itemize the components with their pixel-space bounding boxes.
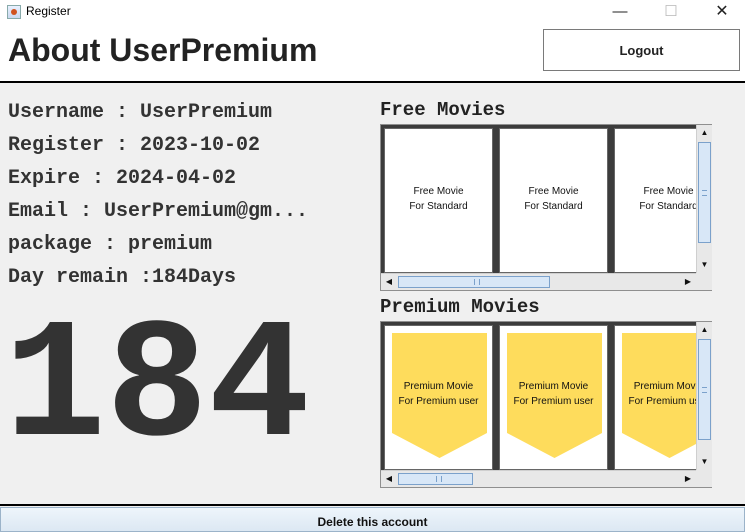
scrollbar-corner <box>696 470 712 487</box>
username-label: Username : UserPremium <box>8 101 273 124</box>
premium-movies-vertical-scrollbar[interactable]: ▲ ▼ <box>696 322 712 470</box>
free-movie-card-title: Free Movie <box>528 186 579 197</box>
footer-divider <box>0 504 745 506</box>
free-movie-card[interactable]: Free Movie For Standard <box>614 128 696 273</box>
page-title: About UserPremium <box>8 32 318 68</box>
page-header: About UserPremium Logout <box>0 25 745 83</box>
free-movie-card[interactable]: Free Movie For Standard <box>384 128 493 273</box>
horizontal-scroll-thumb[interactable] <box>398 276 550 288</box>
scroll-right-arrow-icon[interactable]: ▶ <box>680 471 696 487</box>
email-label: Email : UserPremium@gm... <box>8 200 309 223</box>
premium-movie-card-subtitle: For Premium user <box>628 396 696 407</box>
free-movie-card[interactable]: Free Movie For Standard <box>499 128 608 273</box>
window-titlebar: Register — ☐ ✕ <box>0 0 745 25</box>
scroll-up-arrow-icon[interactable]: ▲ <box>697 125 712 141</box>
free-movies-horizontal-scrollbar[interactable]: ◀ ▶ <box>381 273 696 290</box>
package-label: package : premium <box>8 233 213 256</box>
premium-movie-card[interactable]: Premium Movie For Premium user <box>384 325 493 470</box>
days-remaining-counter: 184 <box>4 293 311 486</box>
premium-movie-card-title: Premium Movie <box>403 381 474 392</box>
vertical-scroll-thumb[interactable] <box>698 142 711 243</box>
scroll-left-arrow-icon[interactable]: ◀ <box>381 471 397 487</box>
free-movie-card-subtitle: For Standard <box>409 201 468 212</box>
free-movie-card-subtitle: For Standard <box>639 201 696 212</box>
premium-movie-card[interactable]: Premium Movie For Premium user <box>614 325 696 470</box>
vertical-scroll-thumb[interactable] <box>698 339 711 440</box>
premium-movie-card-title: Premium Movie <box>633 381 696 392</box>
scrollbar-corner <box>696 273 712 290</box>
minimize-button[interactable]: — <box>597 0 643 25</box>
premium-movie-card-subtitle: For Premium user <box>513 396 594 407</box>
premium-movies-scrollpane[interactable]: Premium Movie For Premium user Premium M… <box>380 321 712 488</box>
register-date-label: Register : 2023-10-02 <box>8 134 261 157</box>
window-title: Register <box>26 4 71 18</box>
free-movies-title: Free Movies <box>380 99 506 121</box>
delete-account-button[interactable]: Delete this account <box>0 507 745 532</box>
free-movie-card-title: Free Movie <box>643 186 694 197</box>
scroll-left-arrow-icon[interactable]: ◀ <box>381 274 397 290</box>
scroll-up-arrow-icon[interactable]: ▲ <box>697 322 712 338</box>
free-movies-viewport: Free Movie For Standard Free Movie For S… <box>381 125 696 273</box>
logout-button[interactable]: Logout <box>543 29 740 71</box>
free-movies-vertical-scrollbar[interactable]: ▲ ▼ <box>696 125 712 273</box>
scroll-right-arrow-icon[interactable]: ▶ <box>680 274 696 290</box>
account-info: Username : UserPremium Register : 2023-1… <box>8 100 308 298</box>
free-movies-scrollpane[interactable]: Free Movie For Standard Free Movie For S… <box>380 124 712 291</box>
premium-movie-card-title: Premium Movie <box>518 381 589 392</box>
free-movie-card-title: Free Movie <box>413 186 464 197</box>
close-button[interactable]: ✕ <box>699 0 745 25</box>
scroll-down-arrow-icon[interactable]: ▼ <box>697 454 712 470</box>
premium-movies-title: Premium Movies <box>380 296 540 318</box>
maximize-button[interactable]: ☐ <box>648 0 694 25</box>
free-movie-card-subtitle: For Standard <box>524 201 583 212</box>
scroll-down-arrow-icon[interactable]: ▼ <box>697 257 712 273</box>
expire-date-label: Expire : 2024-04-02 <box>8 167 237 190</box>
premium-movie-card-subtitle: For Premium user <box>398 396 479 407</box>
premium-movies-viewport: Premium Movie For Premium user Premium M… <box>381 322 696 470</box>
horizontal-scroll-thumb[interactable] <box>398 473 473 485</box>
java-app-icon <box>7 5 21 19</box>
premium-movie-card[interactable]: Premium Movie For Premium user <box>499 325 608 470</box>
premium-movies-horizontal-scrollbar[interactable]: ◀ ▶ <box>381 470 696 487</box>
